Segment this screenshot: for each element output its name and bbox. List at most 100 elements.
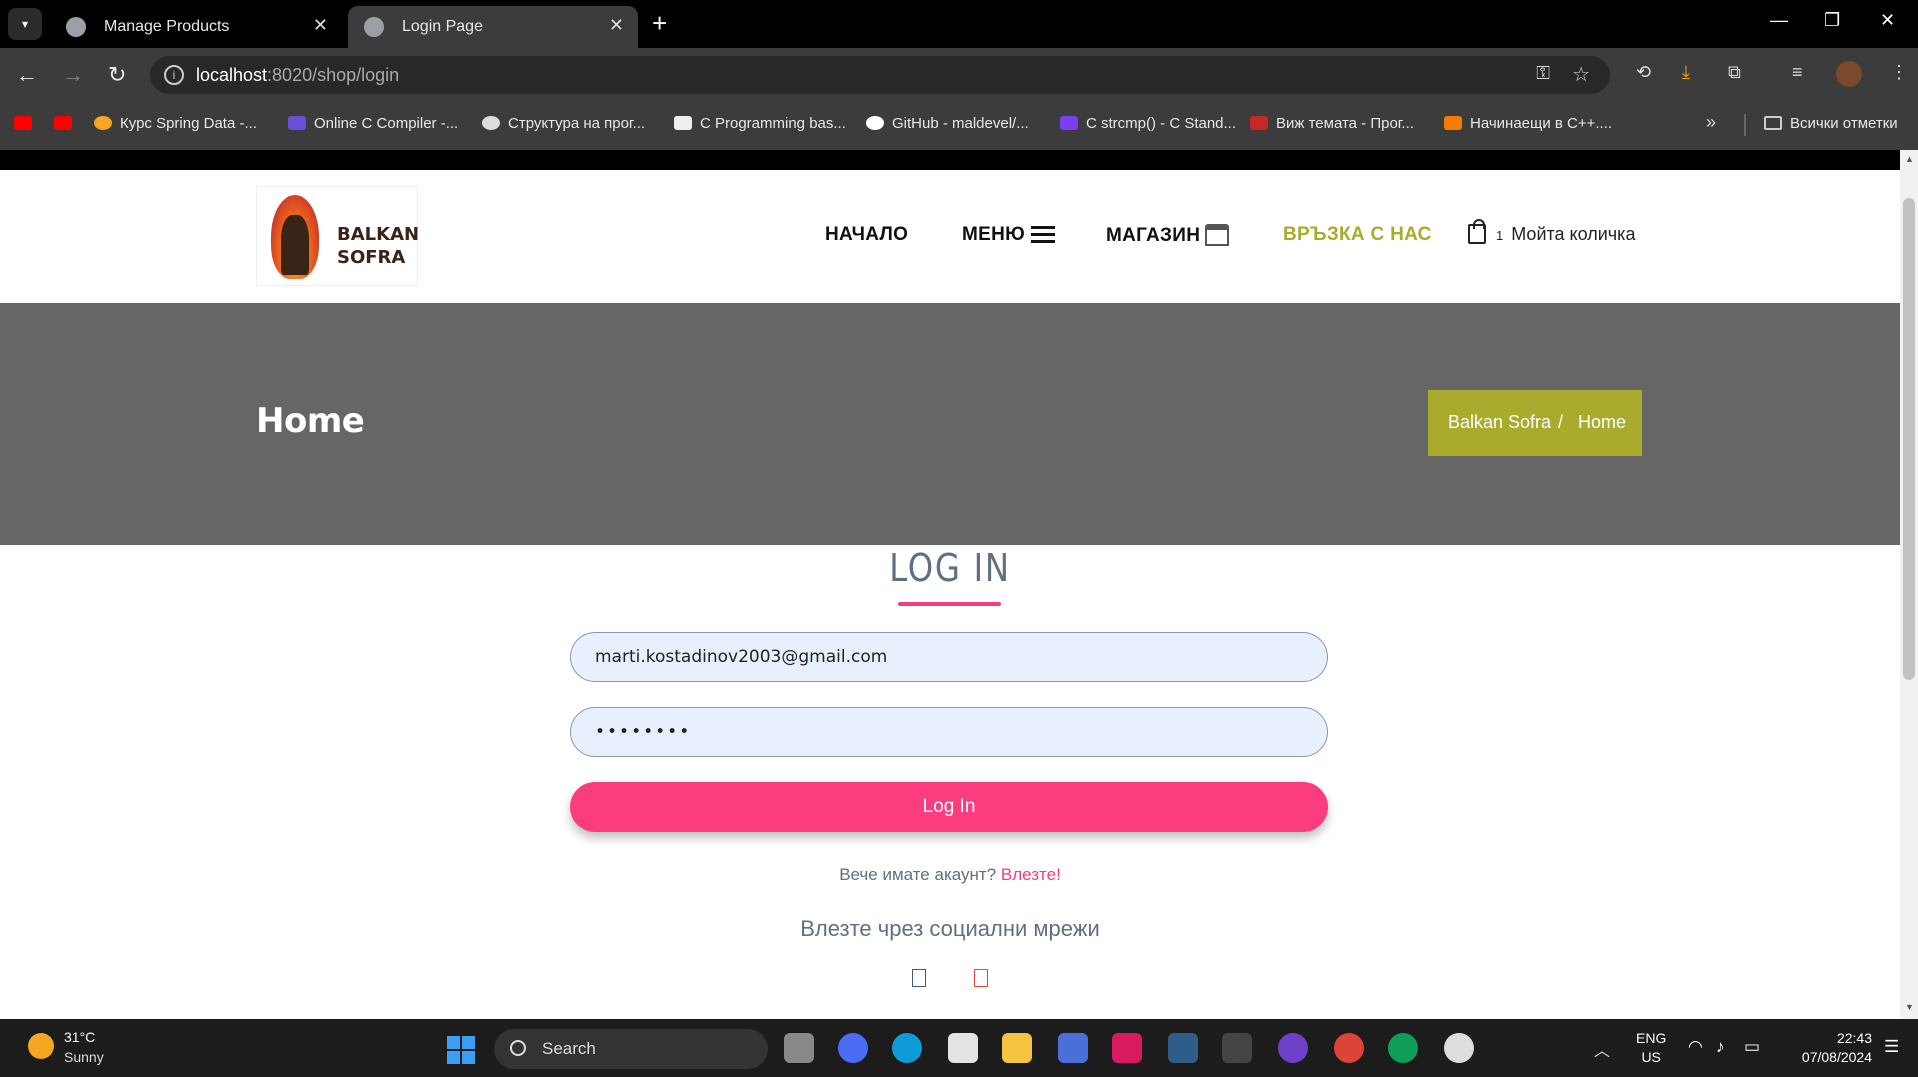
nav-contact[interactable]: ВРЪЗКА С НАС [1283,224,1432,246]
page-banner: Home Balkan Sofra / Home [0,303,1900,545]
brand-name: BALKAN SOFRA [337,224,420,268]
sync-icon[interactable]: ⟲ [1636,62,1651,83]
youtube-icon[interactable] [54,115,80,132]
hamburger-icon [1031,226,1056,243]
language-indicator[interactable]: ENG US [1636,1029,1666,1067]
store-icon[interactable] [948,1033,978,1063]
weather-temperature[interactable]: 31°C [64,1029,95,1045]
login-button[interactable]: Log In [570,782,1328,832]
nav-menu[interactable]: МЕНЮ [962,224,1056,246]
restore-icon[interactable]: ❐ [1824,10,1840,31]
more-menu-icon[interactable]: ⋮ [1890,62,1908,83]
intellij-icon[interactable] [1112,1033,1142,1063]
address-bar[interactable]: i localhost:8020/shop/login ⚿ ☆ [150,56,1610,94]
app-icon[interactable] [1444,1033,1474,1063]
scroll-up-icon[interactable]: ▲ [1905,154,1914,164]
breadcrumb-parent[interactable]: Balkan Sofra [1448,412,1551,433]
site-logo[interactable]: BALKAN SOFRA [256,186,420,286]
all-bookmarks-folder[interactable]: Всички отметки [1764,115,1898,132]
web-page: BALKAN SOFRA НАЧАЛО МЕНЮ МАГАЗИН ВРЪЗКА … [0,150,1900,1019]
bookmarks-bar: Курс Spring Data -... Online C Compiler … [0,100,1918,150]
tab-title: Login Page [402,18,483,35]
nav-home[interactable]: НАЧАЛО [825,224,908,246]
social-login-heading: Влезте чрез социални мрежи [800,916,1100,941]
email-field[interactable] [570,632,1328,682]
chrome-profile-icon[interactable] [1388,1033,1418,1063]
page-scrollbar[interactable]: ▲ ▼ [1900,150,1918,1019]
task-view-icon[interactable] [784,1033,814,1063]
back-icon[interactable]: ← [16,62,38,88]
weather-condition[interactable]: Sunny [64,1049,104,1065]
scroll-down-icon[interactable]: ▼ [1905,1002,1914,1012]
tab-login-page[interactable]: Login Page ✕ [348,6,638,48]
notification-icon[interactable]: ☰ [1884,1037,1899,1057]
tab-manage-products[interactable]: Manage Products ✕ [50,6,342,48]
google-icon[interactable] [974,969,988,987]
sun-icon[interactable] [28,1033,54,1059]
close-icon[interactable]: ✕ [609,15,624,36]
more-bookmarks-icon[interactable]: » [1706,112,1716,133]
bookmark-item[interactable]: C Programming bas... [674,115,846,132]
reload-icon[interactable]: ↻ [108,62,126,88]
bookmark-item[interactable]: Начинаещи в C++.... [1444,115,1612,132]
bookmark-item[interactable]: GitHub - maldevel/... [866,115,1029,132]
password-key-icon[interactable]: ⚿ [1536,63,1550,84]
scrollbar-thumb[interactable] [1903,198,1915,680]
file-explorer-icon[interactable] [1002,1033,1032,1063]
password-field[interactable] [570,707,1328,757]
bookmark-item[interactable]: Курс Spring Data -... [94,115,257,132]
mysql-icon[interactable] [1168,1033,1198,1063]
breadcrumb-separator: / [1558,412,1564,432]
windows-start-icon[interactable] [447,1036,475,1064]
site-info-icon[interactable]: i [164,65,184,85]
login-link[interactable]: Влезте! [1001,865,1061,884]
shopping-bag-icon [1468,219,1486,244]
github-desktop-icon[interactable] [1278,1033,1308,1063]
bookmark-star-icon[interactable]: ☆ [1572,62,1590,87]
browser-toolbar: ← → ↻ i localhost:8020/shop/login ⚿ ☆ ⟲ … [0,48,1918,100]
heading-underline [898,602,1001,606]
cart-label: Мойта количка [1511,224,1636,244]
divider [1744,114,1746,136]
browser-tabbar: ▾ Manage Products ✕ Login Page ✕ + — ❐ ✕ [0,0,1918,48]
download-icon[interactable]: ⤓ [1682,62,1690,83]
minimize-icon[interactable]: — [1770,10,1788,31]
copilot-icon[interactable] [838,1033,868,1063]
facebook-icon[interactable] [912,969,926,987]
battery-icon[interactable]: ▭ [1744,1037,1760,1057]
cart-link[interactable]: 1 Мойта количка [1468,219,1636,245]
breadcrumb: Balkan Sofra / Home [1428,390,1642,456]
youtube-icon[interactable] [14,115,40,132]
close-icon[interactable]: ✕ [313,15,328,36]
extensions-icon[interactable]: ⧉ [1728,62,1741,83]
profile-avatar[interactable] [1836,61,1862,87]
edge-icon[interactable] [892,1033,922,1063]
globe-icon [364,17,384,37]
taskbar-search[interactable]: Search [494,1029,768,1069]
bookmark-item[interactable]: Структура на прог... [482,115,645,132]
bookmark-item[interactable]: C strcmp() - C Stand... [1060,115,1236,132]
new-tab-button[interactable]: + [652,8,667,39]
vs-icon[interactable] [1058,1033,1088,1063]
terminal-icon[interactable] [1222,1033,1252,1063]
bookmark-item[interactable]: Виж темата - Прог... [1250,115,1414,132]
nav-shop[interactable]: МАГАЗИН [1106,224,1230,247]
account-prompt: Вече имате акаунт? Влезте! [839,865,1061,884]
wifi-icon[interactable]: ◠ [1688,1037,1703,1057]
site-header: BALKAN SOFRA НАЧАЛО МЕНЮ МАГАЗИН ВРЪЗКА … [0,170,1900,303]
volume-icon[interactable]: ♪ [1716,1037,1725,1057]
login-heading: LOG IN [889,546,1011,590]
url-text: localhost:8020/shop/login [196,65,400,85]
cart-count: 1 [1496,228,1504,243]
breadcrumb-current: Home [1578,412,1627,432]
bookmark-item[interactable]: Online C Compiler -... [288,115,458,132]
forward-icon[interactable]: → [62,62,84,88]
chrome-icon[interactable] [1334,1033,1364,1063]
media-control-icon[interactable]: ≡ [1792,62,1803,83]
clock[interactable]: 22:43 07/08/2024 [1788,1029,1872,1067]
window-close-icon[interactable]: ✕ [1880,10,1895,31]
top-strip [0,150,1900,170]
tab-search-button[interactable]: ▾ [8,8,42,40]
store-icon [1205,224,1230,246]
chevron-up-icon[interactable]: ︿ [1594,1037,1610,1061]
